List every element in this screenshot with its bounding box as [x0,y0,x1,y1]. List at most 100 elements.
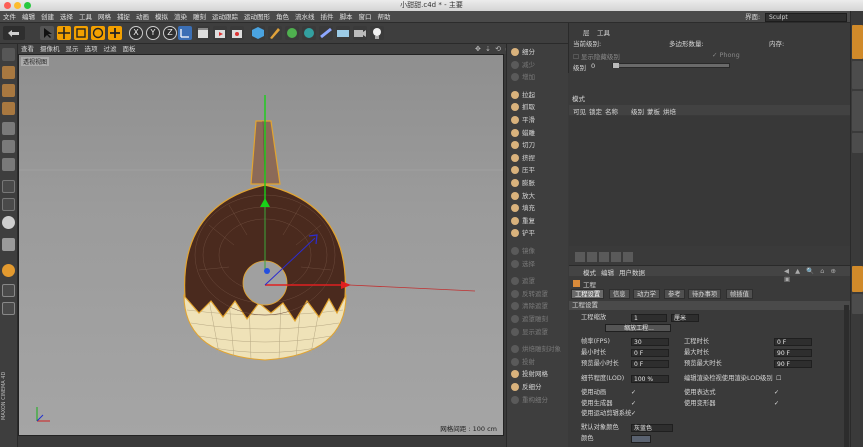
select-tool-button[interactable] [40,26,54,40]
attr-menu-mode[interactable]: 模式 [583,267,596,277]
preview-min-field[interactable]: 0 F [631,360,669,368]
fps-field[interactable]: 30 [631,338,669,346]
undo-button[interactable] [3,26,25,40]
render-lod-checkbox[interactable]: ☐ [776,375,781,382]
camera-button[interactable] [353,26,367,40]
cube-button[interactable] [251,26,265,40]
sculpt-tool-14[interactable]: 铲平 [509,227,567,239]
right-tab-objects[interactable] [852,25,863,59]
snap-button[interactable] [2,216,15,229]
merge-layer-button[interactable] [611,252,621,262]
render-settings-button[interactable] [230,26,244,40]
edges-mode-button[interactable] [2,140,15,153]
sculpt-tool-16[interactable]: 选择 [509,258,567,270]
zoom-window-button[interactable] [24,2,31,9]
deformer-button[interactable] [319,26,333,40]
menu-item-13[interactable]: 角色 [273,11,292,23]
attr-nav-icons[interactable]: ◀ ▲ 🔍 ⌂ ⊕ ▣ [784,267,850,283]
axis-mode-button[interactable] [2,180,15,193]
texture-mode-button[interactable] [2,84,15,97]
sculpt-tool-15[interactable]: 镜像 [509,245,567,257]
model-mode-button[interactable] [2,66,15,79]
use-anim-checkbox[interactable]: ✓ [631,389,636,396]
polygons-mode-button[interactable] [2,158,15,171]
min-time-field[interactable]: 0 F [631,349,669,357]
use-gen-checkbox[interactable]: ✓ [631,400,636,407]
sculpt-tool-1[interactable]: 减少 [509,59,567,71]
right-tab-structure[interactable] [852,91,863,131]
workplane-mode-button[interactable] [2,102,15,115]
x-axis-toggle[interactable]: X [129,26,143,40]
attr-tab-4[interactable]: 待办事项 [688,289,722,299]
sculpt-tool-10[interactable]: 膨胀 [509,177,567,189]
lock-workplane-button[interactable] [2,264,15,277]
render-picture-viewer-button[interactable] [213,26,227,40]
right-tab-content[interactable] [852,61,863,89]
duplicate-layer-button[interactable] [599,252,609,262]
menu-item-1[interactable]: 编辑 [19,11,38,23]
menu-item-5[interactable]: 网格 [95,11,114,23]
attr-scrollbar[interactable] [844,305,849,447]
sculpt-tool-24[interactable]: 投射网格 [509,368,567,380]
z-axis-toggle[interactable]: Z [163,26,177,40]
array-button[interactable] [302,26,316,40]
sculpt-tool-22[interactable]: 烘焙雕刻对象 [509,343,567,355]
preview-max-field[interactable]: 90 F [774,360,812,368]
attr-tab-3[interactable]: 参考 [664,289,685,299]
layer-column-2[interactable]: 名称 [605,106,618,116]
sculpt-tool-4[interactable]: 抓取 [509,101,567,113]
attr-menu-edit[interactable]: 编辑 [601,267,614,277]
sculpt-tool-18[interactable]: 反转遮罩 [509,288,567,300]
soft-selection-button[interactable] [2,238,15,251]
viewport-menu-item-4[interactable]: 过滤 [101,44,120,54]
scale-project-button[interactable]: 缩放工程... [605,324,671,332]
attr-tab-2[interactable]: 动力学 [633,289,660,299]
delete-layer-button[interactable] [623,252,633,262]
layer-list[interactable] [569,116,850,246]
menu-item-17[interactable]: 窗口 [356,11,375,23]
lod-field[interactable]: 100 % [631,375,669,383]
menu-item-3[interactable]: 选择 [57,11,76,23]
sculpt-tool-17[interactable]: 遮罩 [509,275,567,287]
sculpt-tool-7[interactable]: 切刀 [509,139,567,151]
sculpt-tool-21[interactable]: 显示遮罩 [509,326,567,338]
sculpt-tool-11[interactable]: 放大 [509,190,567,202]
max-time-field[interactable]: 90 F [774,349,812,357]
right-tab-layers[interactable] [852,133,863,153]
pen-spline-button[interactable] [268,26,282,40]
coordinate-system-button[interactable] [178,26,192,40]
sculpt-tool-19[interactable]: 清除遮罩 [509,300,567,312]
sculpt-tool-3[interactable]: 拉起 [509,89,567,101]
scale-field[interactable]: 1 [631,314,667,322]
menu-item-0[interactable]: 文件 [0,11,19,23]
viewport-menu-item-3[interactable]: 选项 [82,44,101,54]
make-editable-button[interactable] [2,48,15,61]
layer-menu-layer[interactable]: 层 [583,27,590,37]
layer-menu-tools[interactable]: 工具 [597,27,610,37]
use-motion-checkbox[interactable]: ✓ [631,410,636,417]
move-tool-button[interactable] [57,26,71,40]
sculpt-tool-23[interactable]: 投射 [509,356,567,368]
attr-menu-userdata[interactable]: 用户数据 [619,267,645,277]
sculpt-tool-0[interactable]: 细分 [509,46,567,58]
layer-column-0[interactable]: 可见 [573,106,586,116]
attr-tab-5[interactable]: 帧插值 [726,289,753,299]
layout-select[interactable]: Sculpt [765,13,847,22]
floor-button[interactable] [336,26,350,40]
menu-item-16[interactable]: 脚本 [337,11,356,23]
recent-tool-button[interactable] [108,26,122,40]
scale-tool-button[interactable] [74,26,88,40]
grid-button[interactable] [2,284,15,297]
render-view-button[interactable] [196,26,210,40]
sculpt-tool-9[interactable]: 压平 [509,164,567,176]
layer-column-1[interactable]: 锁定 [589,106,602,116]
right-tab-layer-manager[interactable] [852,294,863,314]
layer-column-5[interactable]: 烘焙 [663,106,676,116]
menu-item-8[interactable]: 模拟 [152,11,171,23]
light-button[interactable] [370,26,384,40]
layer-column-4[interactable]: 蒙板 [647,106,660,116]
menu-item-12[interactable]: 运动图形 [241,11,273,23]
points-mode-button[interactable] [2,122,15,135]
add-folder-button[interactable] [587,252,597,262]
menu-item-4[interactable]: 工具 [76,11,95,23]
